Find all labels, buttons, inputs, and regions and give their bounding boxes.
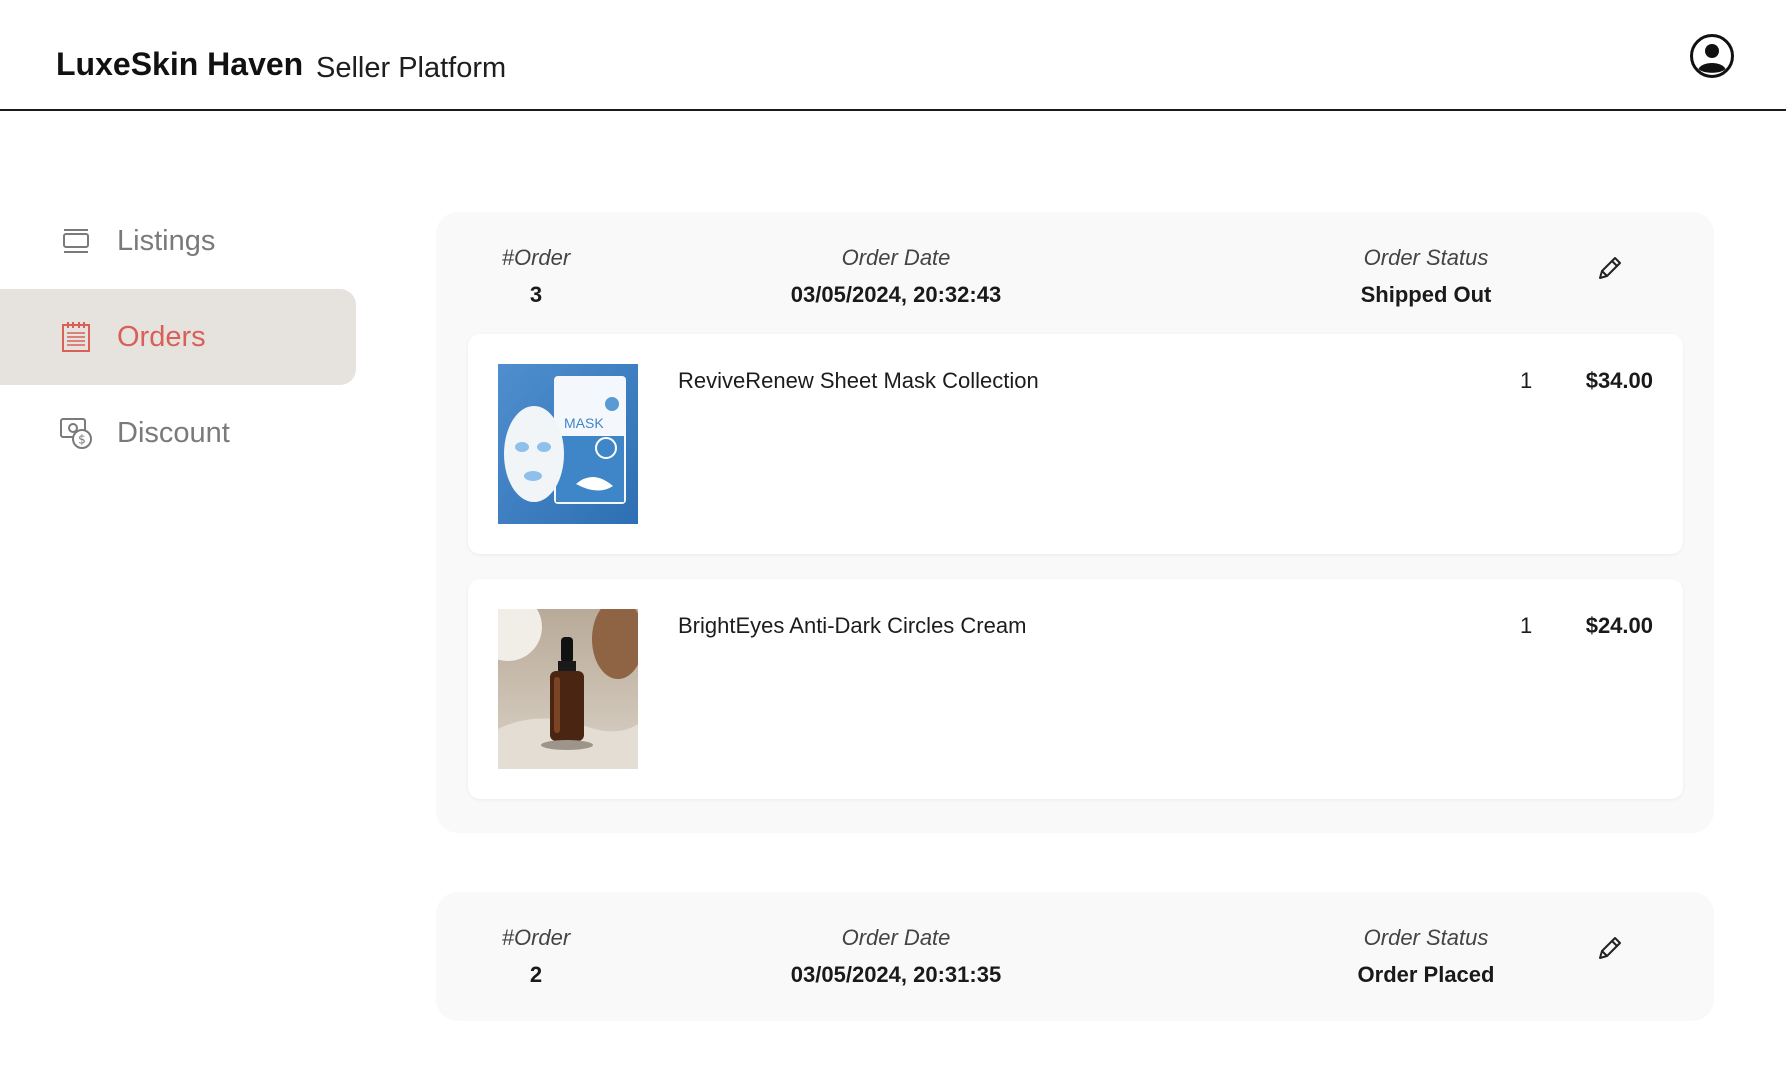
sidebar-item-orders[interactable]: Orders: [0, 289, 356, 385]
order-status-value: Shipped Out: [1360, 282, 1492, 307]
orders-icon: [59, 320, 93, 354]
edit-order-pencil-icon[interactable]: [1594, 934, 1624, 964]
order-card: #Order 3 Order Date 03/05/2024, 20:32:43…: [436, 212, 1714, 833]
order-number-value: 2: [529, 962, 543, 987]
sheet-mask-product-image: MASK: [498, 364, 638, 524]
product-name[interactable]: BrightEyes Anti-Dark Circles Cream: [678, 613, 1026, 639]
order-date-label: Order Date: [841, 245, 951, 270]
product-quantity: 1: [1520, 613, 1533, 638]
product-name[interactable]: ReviveRenew Sheet Mask Collection: [678, 368, 1039, 394]
order-status-label: Order Status: [1363, 925, 1489, 950]
order-status-column: Order Status Order Placed: [1316, 925, 1536, 988]
order-number-label: #Order: [501, 245, 571, 270]
sidebar-item-listings[interactable]: Listings: [0, 193, 356, 289]
product-price: $34.00: [1585, 368, 1653, 393]
listings-icon: [59, 224, 93, 258]
svg-text:MASK: MASK: [564, 415, 604, 431]
top-header: LuxeSkin Haven Seller Platform: [0, 0, 1786, 111]
order-number-label: #Order: [501, 925, 571, 950]
brand-name[interactable]: LuxeSkin Haven: [56, 46, 303, 83]
order-item[interactable]: MASK ReviveRenew Sheet Mask Collection 1…: [468, 334, 1683, 554]
sidebar-item-label: Listings: [117, 224, 216, 257]
edit-order-pencil-icon[interactable]: [1594, 254, 1624, 284]
order-date-column: Order Date 03/05/2024, 20:31:35: [766, 925, 1026, 988]
order-number-column: #Order 2: [476, 925, 596, 988]
order-status-label: Order Status: [1363, 245, 1489, 270]
sidebar-item-discount[interactable]: $ Discount: [0, 385, 356, 481]
order-header: #Order 3 Order Date 03/05/2024, 20:32:43…: [436, 212, 1714, 334]
order-date-value: 03/05/2024, 20:32:43: [790, 282, 1002, 307]
product-quantity: 1: [1520, 368, 1533, 393]
product-price: $24.00: [1585, 613, 1653, 638]
order-date-column: Order Date 03/05/2024, 20:32:43: [766, 245, 1026, 308]
user-avatar-icon[interactable]: [1689, 33, 1735, 79]
dropper-bottle-product-image: [498, 609, 638, 769]
sidebar-item-label: Orders: [117, 320, 206, 353]
order-status-value: Order Placed: [1357, 962, 1495, 987]
order-header: #Order 2 Order Date 03/05/2024, 20:31:35…: [436, 892, 1714, 1014]
order-number-column: #Order 3: [476, 245, 596, 308]
discount-icon: $: [59, 416, 93, 450]
order-item[interactable]: BrightEyes Anti-Dark Circles Cream 1 $24…: [468, 579, 1683, 799]
order-card: #Order 2 Order Date 03/05/2024, 20:31:35…: [436, 892, 1714, 1021]
order-date-label: Order Date: [841, 925, 951, 950]
svg-text:$: $: [78, 433, 86, 447]
sidebar-item-label: Discount: [117, 416, 230, 449]
platform-label: Seller Platform: [316, 52, 507, 84]
order-number-value: 3: [529, 282, 543, 307]
order-date-value: 03/05/2024, 20:31:35: [790, 962, 1002, 987]
order-status-column: Order Status Shipped Out: [1316, 245, 1536, 308]
